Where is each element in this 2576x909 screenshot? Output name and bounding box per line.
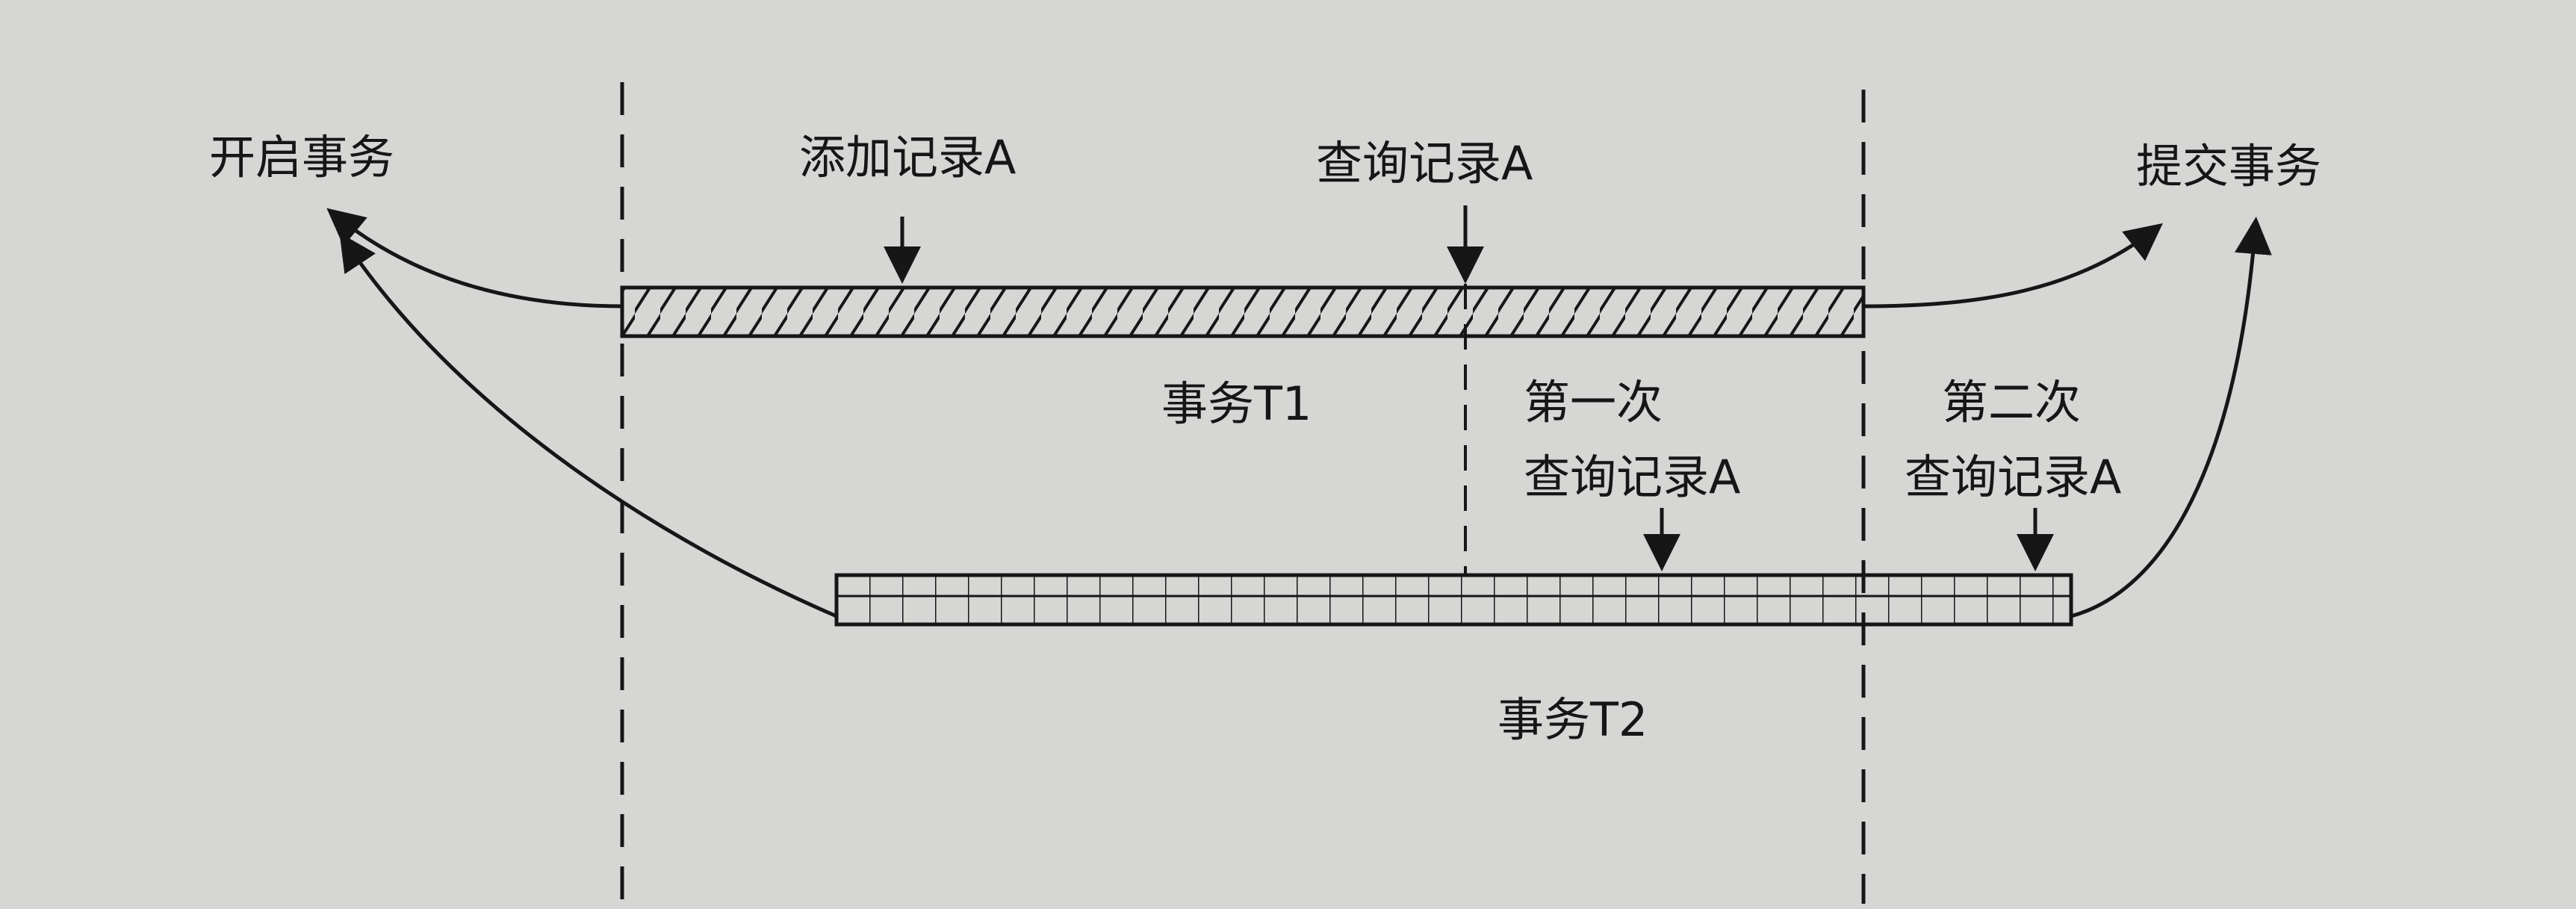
start-transaction-label: 开启事务 [209,130,394,184]
start-transaction-arrow-t1 [326,208,623,308]
first-query-label-line2: 查询记录A [1524,450,1740,504]
transaction-t1-bar [620,285,1866,338]
query-record-label: 查询记录A [1316,136,1533,190]
add-record-label: 添加记录A [799,130,1016,184]
second-query-label-line1: 第二次 [1942,375,2081,429]
first-query-label-line1: 第一次 [1524,375,1663,429]
transaction-t1-label: 事务T1 [1161,376,1312,431]
commit-transaction-arrow-t1 [1863,223,2163,308]
second-query-label-line2: 查询记录A [1905,450,2121,504]
commit-transaction-arrow-t2 [2070,217,2272,618]
transaction-t2-bar [834,573,2073,627]
commit-transaction-label: 提交事务 [2136,139,2321,193]
transaction-isolation-diagram: 开启事务 添加记录A 查询记录A 提交事务 事务T1 第一次 查询记录A 第二次… [209,82,2321,904]
transaction-t2-label: 事务T2 [1498,692,1648,747]
